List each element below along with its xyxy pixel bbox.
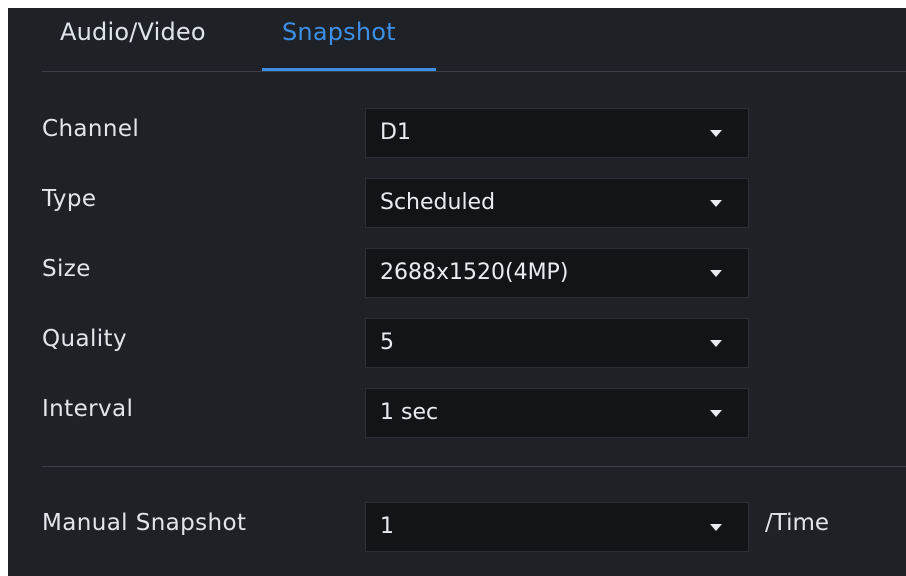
channel-dropdown[interactable]: D1: [365, 108, 749, 158]
quality-dropdown[interactable]: 5: [365, 318, 749, 368]
dropdown-arrow-icon: [710, 410, 722, 417]
channel-label: Channel: [42, 116, 140, 142]
snapshot-settings-panel: Audio/Video Snapshot Channel D1 Type Sch…: [8, 8, 906, 576]
channel-value: D1: [380, 120, 411, 145]
interval-value: 1 sec: [380, 400, 439, 425]
size-label: Size: [42, 256, 91, 282]
quality-value: 5: [380, 330, 394, 355]
manual-snapshot-unit: /Time: [765, 510, 830, 536]
dropdown-arrow-icon: [710, 270, 722, 277]
tab-divider: [42, 71, 906, 72]
interval-dropdown[interactable]: 1 sec: [365, 388, 749, 438]
type-dropdown[interactable]: Scheduled: [365, 178, 749, 228]
tab-snapshot[interactable]: Snapshot: [282, 18, 396, 46]
dropdown-arrow-icon: [710, 524, 722, 531]
manual-snapshot-value: 1: [380, 514, 394, 539]
manual-snapshot-label: Manual Snapshot: [42, 510, 247, 536]
tab-bar: Audio/Video Snapshot: [8, 8, 906, 72]
dropdown-arrow-icon: [710, 340, 722, 347]
manual-snapshot-dropdown[interactable]: 1: [365, 502, 749, 552]
type-value: Scheduled: [380, 190, 496, 215]
size-dropdown[interactable]: 2688x1520(4MP): [365, 248, 749, 298]
interval-label: Interval: [42, 396, 134, 422]
dropdown-arrow-icon: [710, 200, 722, 207]
quality-label: Quality: [42, 326, 127, 352]
tab-audio-video[interactable]: Audio/Video: [60, 18, 206, 46]
size-value: 2688x1520(4MP): [380, 260, 569, 285]
type-label: Type: [42, 186, 97, 212]
section-divider: [42, 466, 906, 467]
dropdown-arrow-icon: [710, 130, 722, 137]
